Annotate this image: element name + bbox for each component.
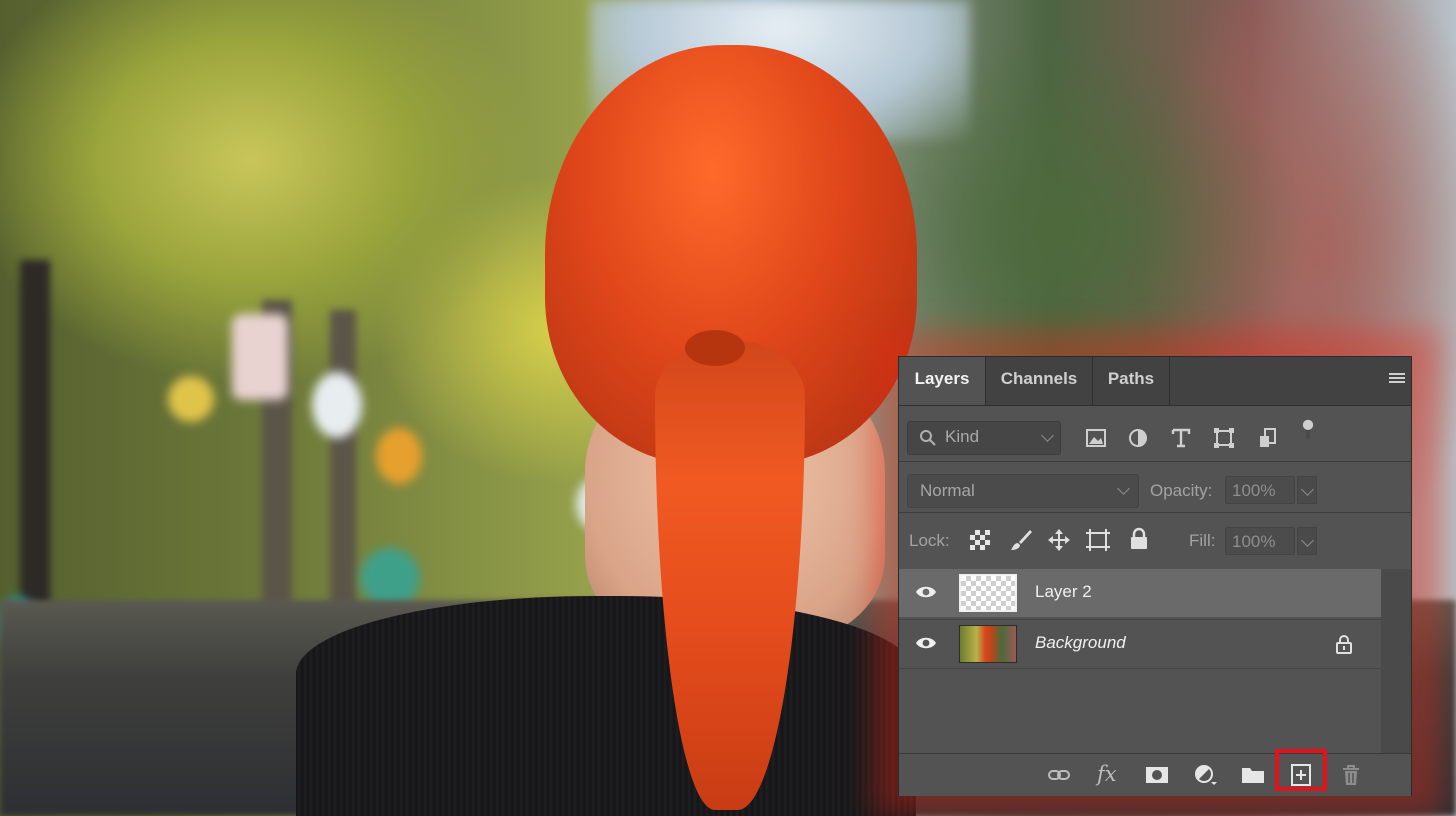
layers-panel: Layers Channels Paths Kind Normal Opacit… <box>898 356 1412 796</box>
chevron-down-icon <box>1301 534 1314 547</box>
kind-filter-label: Kind <box>945 427 980 446</box>
smart-object-filter-icon[interactable] <box>1257 427 1279 449</box>
fx-icon[interactable]: fx <box>1097 762 1117 786</box>
lock-position-icon[interactable] <box>1047 528 1071 552</box>
tab-channels[interactable]: Channels <box>986 357 1092 405</box>
filter-toggle-icon[interactable] <box>1297 419 1319 441</box>
panel-tab-bar: Layers Channels Paths <box>899 357 1411 406</box>
fill-dropdown[interactable] <box>1297 527 1317 555</box>
new-group-icon[interactable] <box>1241 764 1265 786</box>
add-mask-icon[interactable] <box>1145 764 1169 786</box>
bokeh-light <box>232 314 288 400</box>
kind-filter-select[interactable]: Kind <box>907 421 1061 455</box>
adjustment-filter-icon[interactable] <box>1127 427 1149 449</box>
fill-label: Fill: <box>1189 531 1216 550</box>
fill-field[interactable]: 100% <box>1225 527 1295 555</box>
blend-mode-select[interactable]: Normal <box>907 474 1139 508</box>
opacity-label: Opacity: <box>1150 481 1213 500</box>
filter-row: Kind <box>899 405 1411 462</box>
street-pole <box>330 310 356 640</box>
opacity-field[interactable]: 100% <box>1225 476 1295 504</box>
bokeh-light <box>312 372 362 438</box>
bokeh-light <box>376 428 422 484</box>
lock-all-icon[interactable] <box>1129 527 1149 551</box>
layer-thumbnail <box>959 625 1017 663</box>
layer-name[interactable]: Background <box>1035 633 1126 653</box>
search-icon <box>920 430 936 446</box>
tab-layers[interactable]: Layers <box>899 357 985 405</box>
lock-label: Lock: <box>909 531 950 550</box>
panel-menu-icon[interactable] <box>1389 373 1405 387</box>
layer-name[interactable]: Layer 2 <box>1035 582 1092 602</box>
chevron-down-icon <box>1041 429 1054 442</box>
eye-icon[interactable] <box>915 636 937 650</box>
adjustment-layer-icon[interactable] <box>1193 764 1217 786</box>
layer-row-layer-2[interactable]: Layer 2 <box>899 569 1381 617</box>
lock-icon <box>1336 635 1352 654</box>
blend-row: Normal Opacity: 100% <box>899 462 1411 513</box>
chevron-down-icon <box>1301 483 1314 496</box>
hair-tie <box>685 330 745 366</box>
new-layer-icon[interactable] <box>1289 764 1313 786</box>
panel-footer: fx <box>899 749 1411 796</box>
type-filter-icon[interactable] <box>1170 427 1192 449</box>
eye-icon[interactable] <box>915 585 937 599</box>
lock-transparent-icon[interactable] <box>969 529 991 551</box>
bokeh-light <box>168 376 214 422</box>
bokeh-light <box>360 548 420 608</box>
tab-paths[interactable]: Paths <box>1093 357 1169 405</box>
layers-scrollbar[interactable] <box>1381 569 1411 753</box>
layer-thumbnail <box>959 574 1017 612</box>
blend-mode-value: Normal <box>920 481 975 500</box>
link-layers-icon[interactable] <box>1047 764 1071 786</box>
opacity-dropdown[interactable] <box>1297 476 1317 504</box>
layer-row-background[interactable]: Background <box>899 619 1381 669</box>
shape-filter-icon[interactable] <box>1213 427 1235 449</box>
lock-row: Lock: Fill: 100% <box>899 513 1411 570</box>
chevron-down-icon <box>1117 482 1130 495</box>
lock-image-icon[interactable] <box>1009 528 1033 552</box>
delete-layer-icon[interactable] <box>1339 764 1363 786</box>
lock-artboard-icon[interactable] <box>1085 528 1111 552</box>
tab-separator <box>1169 357 1170 405</box>
image-filter-icon[interactable] <box>1085 427 1107 449</box>
person-shirt <box>296 596 916 816</box>
